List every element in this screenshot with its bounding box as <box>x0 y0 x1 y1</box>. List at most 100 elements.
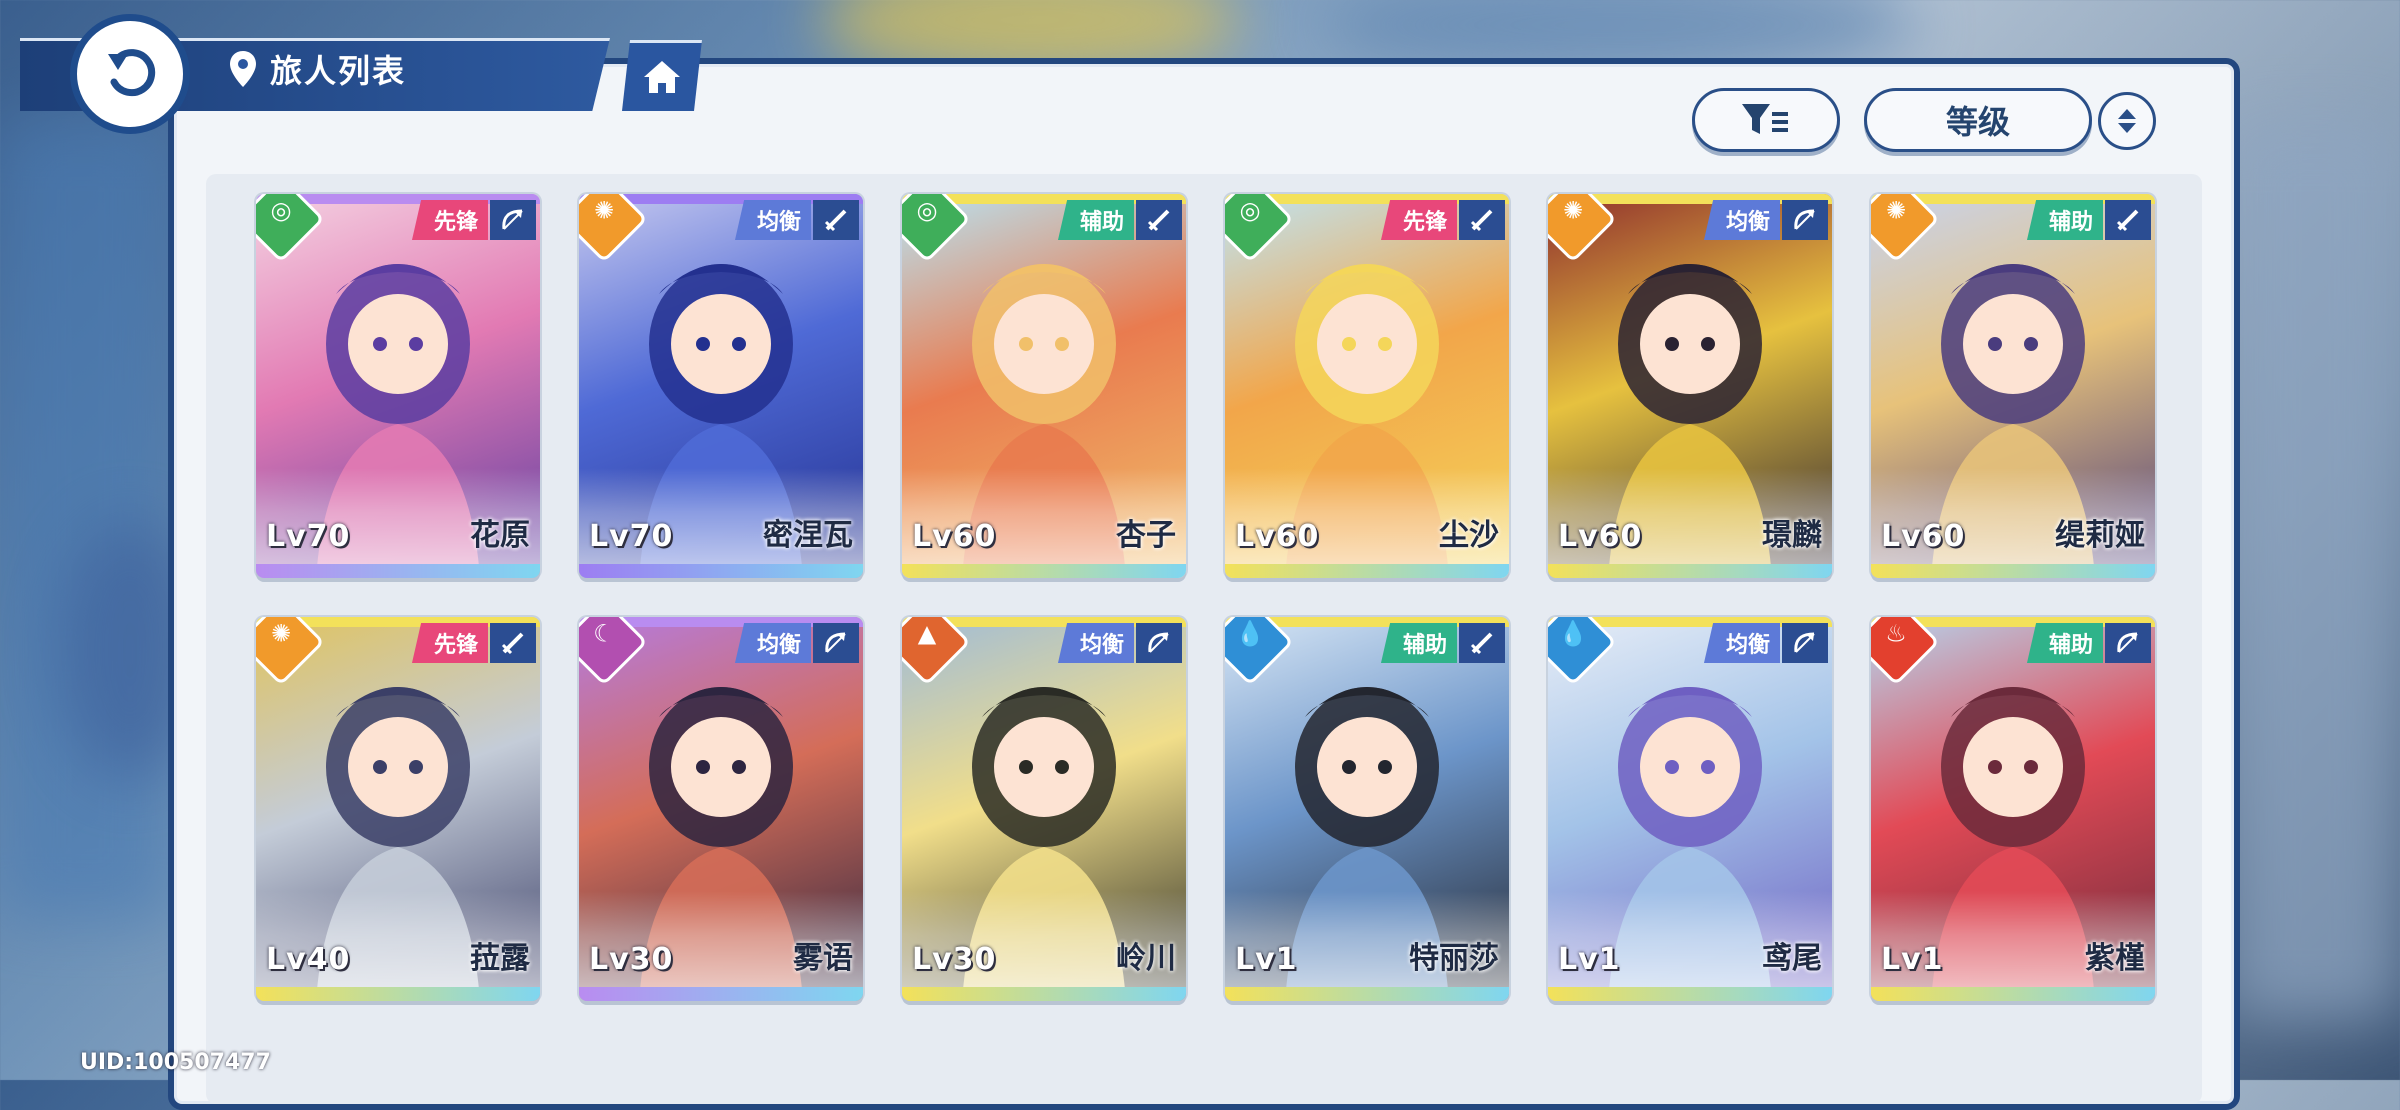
sort-up-icon <box>2118 109 2136 119</box>
sword-icon <box>1459 623 1505 663</box>
character-name: 璟麟 <box>1762 518 1822 553</box>
card-rarity-strip <box>579 564 863 578</box>
role-badge: 均衡 <box>734 200 811 240</box>
character-name: 密涅瓦 <box>763 518 853 553</box>
character-card[interactable]: ◎ 先锋 Lv60 尘沙 <box>1225 194 1509 578</box>
character-card[interactable]: ✺ 先锋 Lv40 菈露 <box>256 617 540 1001</box>
character-card[interactable]: ✺ 辅助 Lv60 缇莉娅 <box>1871 194 2155 578</box>
role-badge: 均衡 <box>1703 623 1780 663</box>
element-symbol: ▲ <box>917 619 937 648</box>
role-badge: 辅助 <box>1380 623 1457 663</box>
card-rarity-strip <box>902 987 1186 1001</box>
role-badge: 先锋 <box>411 200 488 240</box>
element-symbol: ♨ <box>1885 619 1907 648</box>
character-card[interactable]: ◎ 辅助 Lv60 杏子 <box>902 194 1186 578</box>
character-level: Lv30 <box>912 942 997 977</box>
uid-label: UID:100507477 <box>80 1050 271 1075</box>
location-pin-icon <box>230 51 256 87</box>
bow-icon <box>2105 623 2151 663</box>
character-level: Lv60 <box>912 519 997 554</box>
character-level: Lv1 <box>1558 942 1621 977</box>
character-name: 雾语 <box>793 941 853 976</box>
character-level: Lv1 <box>1881 942 1944 977</box>
sort-order-toggle[interactable] <box>2098 92 2156 150</box>
element-symbol: ◎ <box>1239 196 1261 225</box>
character-level: Lv60 <box>1881 519 1966 554</box>
background-right-wall <box>2230 120 2400 1020</box>
element-symbol: ✺ <box>1562 196 1584 225</box>
sort-down-icon <box>2118 123 2136 133</box>
back-button[interactable] <box>70 14 190 134</box>
sword-icon <box>2105 200 2151 240</box>
home-button[interactable] <box>622 40 702 111</box>
bow-icon <box>1782 200 1828 240</box>
card-rarity-strip <box>1871 564 2155 578</box>
character-level: Lv1 <box>1235 942 1298 977</box>
filter-button[interactable] <box>1692 88 1840 152</box>
card-rarity-strip <box>256 564 540 578</box>
background-left-window <box>0 120 170 920</box>
character-name: 菈露 <box>470 941 530 976</box>
sort-by-button[interactable]: 等级 <box>1864 88 2092 152</box>
role-badge: 均衡 <box>1703 200 1780 240</box>
character-level: Lv60 <box>1558 519 1643 554</box>
character-grid: ◎ 先锋 Lv70 花原 ✺ 均衡 Lv70 密涅瓦 ◎ 辅助 Lv60 杏子 ◎ 先锋 Lv60 尘沙… <box>206 174 2202 1104</box>
bow-icon <box>813 623 859 663</box>
card-rarity-strip <box>1548 987 1832 1001</box>
element-symbol: ◎ <box>270 196 292 225</box>
card-rarity-strip <box>256 987 540 1001</box>
element-symbol: 💧 <box>1558 619 1588 648</box>
character-level: Lv70 <box>589 519 674 554</box>
role-badge: 辅助 <box>2026 200 2103 240</box>
role-badge: 均衡 <box>1057 623 1134 663</box>
character-name: 杏子 <box>1116 518 1176 553</box>
character-level: Lv60 <box>1235 519 1320 554</box>
filter-icon <box>1742 104 1788 134</box>
element-symbol: ✺ <box>270 619 292 648</box>
character-card[interactable]: ☾ 均衡 Lv30 雾语 <box>579 617 863 1001</box>
character-card[interactable]: ✺ 均衡 Lv70 密涅瓦 <box>579 194 863 578</box>
sword-icon <box>490 623 536 663</box>
character-name: 紫槿 <box>2085 941 2145 976</box>
character-level: Lv40 <box>266 942 351 977</box>
character-list-panel: ◎ 先锋 Lv70 花原 ✺ 均衡 Lv70 密涅瓦 ◎ 辅助 Lv60 杏子 ◎ 先锋 Lv60 尘沙… <box>168 58 2240 1110</box>
character-level: Lv30 <box>589 942 674 977</box>
role-badge: 先锋 <box>1380 200 1457 240</box>
role-badge: 辅助 <box>2026 623 2103 663</box>
element-symbol: ☾ <box>593 619 615 648</box>
role-badge: 先锋 <box>411 623 488 663</box>
page-title: 旅人列表 <box>270 52 407 90</box>
back-arrow-icon <box>108 49 156 97</box>
card-rarity-strip <box>1225 564 1509 578</box>
sword-icon <box>813 200 859 240</box>
character-card[interactable]: ◎ 先锋 Lv70 花原 <box>256 194 540 578</box>
header-title-group: 旅人列表 <box>228 46 406 92</box>
character-name: 尘沙 <box>1439 518 1499 553</box>
sword-icon <box>1136 200 1182 240</box>
home-icon <box>644 61 680 93</box>
character-name: 岭川 <box>1116 941 1176 976</box>
character-card[interactable]: 💧 均衡 Lv1 鸢尾 <box>1548 617 1832 1001</box>
element-symbol: ✺ <box>1885 196 1907 225</box>
card-rarity-strip <box>902 564 1186 578</box>
character-card[interactable]: ♨ 辅助 Lv1 紫槿 <box>1871 617 2155 1001</box>
bow-icon <box>490 200 536 240</box>
character-card[interactable]: 💧 辅助 Lv1 特丽莎 <box>1225 617 1509 1001</box>
character-name: 鸢尾 <box>1762 941 1822 976</box>
element-symbol: ◎ <box>916 196 938 225</box>
element-symbol: 💧 <box>1235 619 1265 648</box>
card-rarity-strip <box>579 987 863 1001</box>
character-name: 花原 <box>470 518 530 553</box>
element-symbol: ✺ <box>593 196 615 225</box>
card-rarity-strip <box>1225 987 1509 1001</box>
character-level: Lv70 <box>266 519 351 554</box>
character-name: 缇莉娅 <box>2055 518 2145 553</box>
bow-icon <box>1782 623 1828 663</box>
role-badge: 辅助 <box>1057 200 1134 240</box>
character-name: 特丽莎 <box>1409 941 1499 976</box>
card-rarity-strip <box>1548 564 1832 578</box>
card-rarity-strip <box>1871 987 2155 1001</box>
role-badge: 均衡 <box>734 623 811 663</box>
character-card[interactable]: ✺ 均衡 Lv60 璟麟 <box>1548 194 1832 578</box>
character-card[interactable]: ▲ 均衡 Lv30 岭川 <box>902 617 1186 1001</box>
